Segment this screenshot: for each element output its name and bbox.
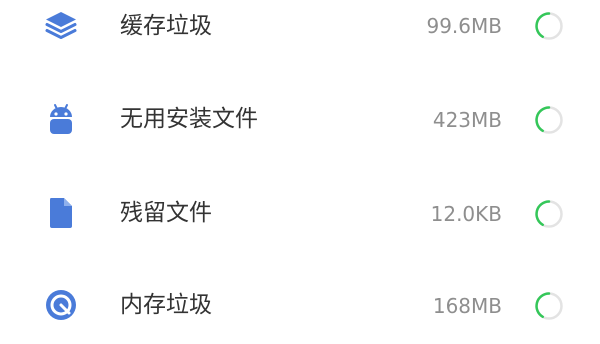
list-item-memory-junk[interactable]: 内存垃圾 168MB xyxy=(0,264,600,344)
loading-spinner-icon xyxy=(534,105,564,135)
item-label: 内存垃圾 xyxy=(120,292,212,318)
item-size: 99.6MB xyxy=(426,14,502,38)
loading-spinner-icon xyxy=(534,291,564,321)
layers-icon xyxy=(42,7,80,45)
list-item-residual-files[interactable]: 残留文件 12.0KB xyxy=(0,172,600,252)
item-size: 423MB xyxy=(432,108,502,132)
list-item-cache-junk[interactable]: 缓存垃圾 99.6MB xyxy=(0,0,600,66)
list-item-unused-installers[interactable]: 无用安装文件 423MB xyxy=(0,79,600,159)
memory-gauge-icon xyxy=(42,286,80,324)
loading-spinner-icon xyxy=(534,11,564,41)
document-icon xyxy=(42,194,80,232)
item-label: 残留文件 xyxy=(120,200,212,226)
loading-spinner-icon xyxy=(534,199,564,229)
item-size: 168MB xyxy=(432,294,502,318)
item-label: 无用安装文件 xyxy=(120,106,258,132)
android-icon xyxy=(42,101,80,139)
item-size: 12.0KB xyxy=(430,202,502,226)
item-label: 缓存垃圾 xyxy=(120,13,212,39)
